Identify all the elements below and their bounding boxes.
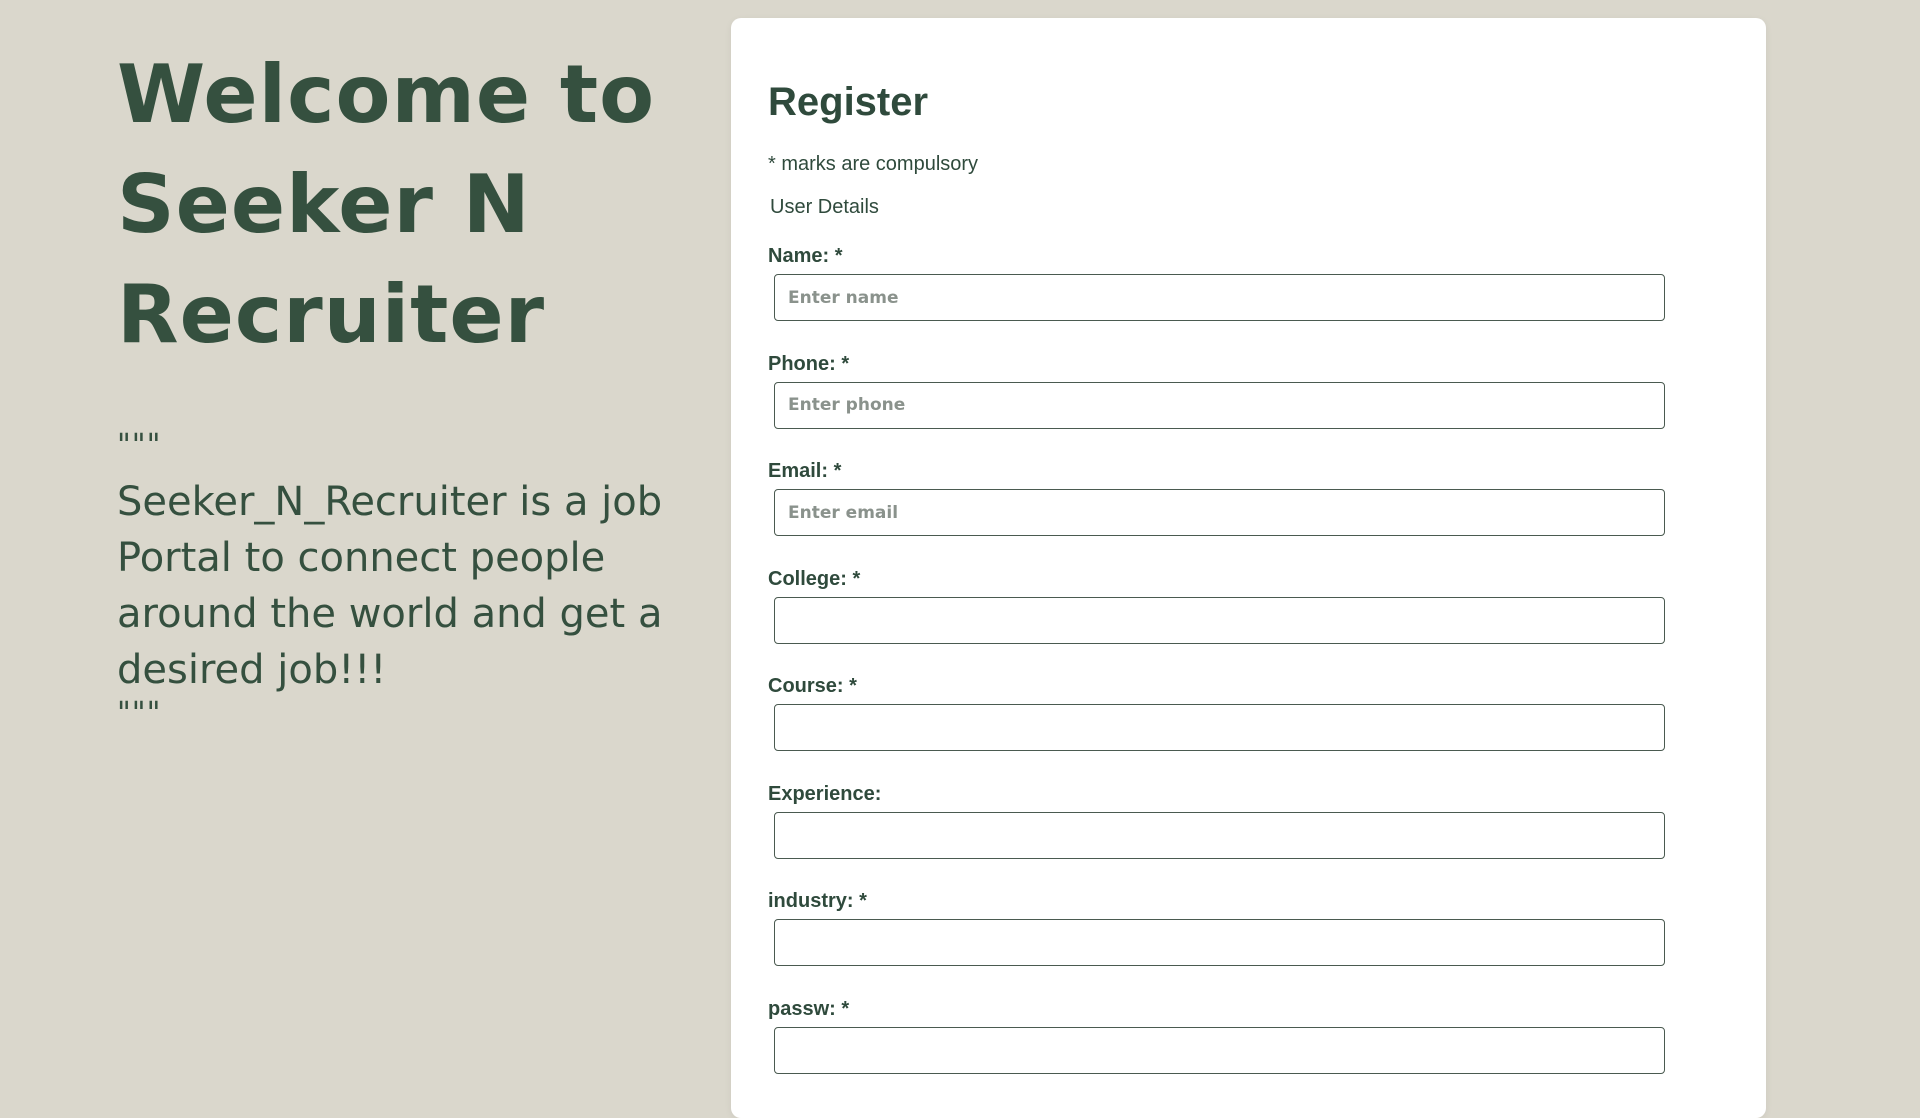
welcome-heading: Welcome to Seeker N Recruiter xyxy=(117,40,677,370)
field-email: Email: * xyxy=(768,460,1668,568)
welcome-heading-line-2: Seeker N xyxy=(117,158,531,251)
name-label: Name: * xyxy=(768,245,843,267)
industry-label: industry: * xyxy=(768,890,867,912)
phone-input[interactable] xyxy=(774,381,1665,429)
experience-label: Experience: xyxy=(768,782,882,805)
field-college: College: * xyxy=(768,568,1668,676)
field-password: passw: * xyxy=(768,998,1668,1106)
register-card: Register * marks are compulsory User Det… xyxy=(731,18,1766,1118)
phone-label: Phone: * xyxy=(768,352,850,375)
name-input[interactable] xyxy=(774,274,1665,321)
field-phone: Phone: * xyxy=(768,353,1668,461)
compulsory-note: * marks are compulsory xyxy=(768,153,979,175)
register-form: Name: * Phone: * Email: * College: * Cou… xyxy=(768,245,1668,1105)
password-label: passw: * xyxy=(768,997,850,1020)
field-name: Name: * xyxy=(768,245,1668,353)
course-label: Course: * xyxy=(768,675,857,697)
field-course: Course: * xyxy=(768,675,1668,783)
experience-input[interactable] xyxy=(774,811,1665,859)
course-input[interactable] xyxy=(774,704,1665,751)
industry-input[interactable] xyxy=(774,919,1665,966)
quote-open: """ xyxy=(117,428,162,463)
welcome-heading-line-1: Welcome to xyxy=(117,48,656,141)
college-input[interactable] xyxy=(774,596,1665,644)
email-label: Email: * xyxy=(768,460,842,482)
register-title: Register xyxy=(768,80,929,124)
field-experience: Experience: xyxy=(768,783,1668,891)
section-heading-user-details: User Details xyxy=(770,196,879,218)
hero-section: Welcome to Seeker N Recruiter """ Seeker… xyxy=(117,40,677,731)
tagline: Seeker_N_Recruiter is a job Portal to co… xyxy=(117,479,663,693)
college-label: College: * xyxy=(768,567,861,590)
field-industry: industry: * xyxy=(768,890,1668,998)
welcome-heading-line-3: Recruiter xyxy=(117,268,546,361)
password-input[interactable] xyxy=(774,1026,1665,1074)
email-input[interactable] xyxy=(774,489,1665,536)
quote-close: """ xyxy=(117,696,162,731)
